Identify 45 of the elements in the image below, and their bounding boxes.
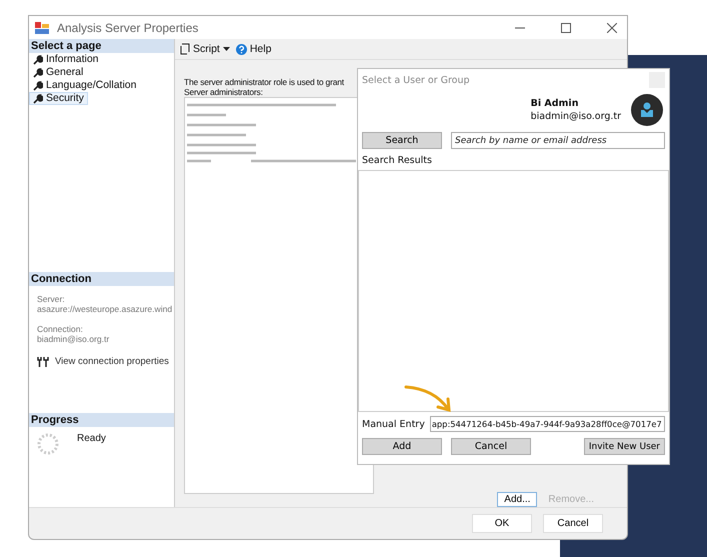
page-item[interactable]: Language/Collation <box>29 79 140 92</box>
app-icon <box>35 22 49 34</box>
server-value: asazure://westeurope.asazure.wind <box>36 304 172 314</box>
results-label: Search Results <box>362 155 433 166</box>
window-title: Analysis Server Properties <box>57 20 198 34</box>
maximize-icon[interactable] <box>561 22 571 32</box>
footer-button[interactable]: OK <box>472 514 532 533</box>
progress-status: Ready <box>77 433 106 444</box>
plug-icon <box>37 356 49 366</box>
help-button[interactable]: Help <box>236 43 272 55</box>
search-button[interactable]: Search <box>362 132 442 149</box>
description-text: The server administrator role is used to grant <box>184 77 344 87</box>
spinner-icon <box>37 433 59 455</box>
search-field[interactable]: Search by name or email address <box>451 132 665 149</box>
list-action-button[interactable]: Add... <box>497 492 538 507</box>
script-icon <box>180 43 190 55</box>
help-icon <box>236 44 247 54</box>
user-email: biadmin@iso.org.tr <box>530 111 621 122</box>
section-header: Progress <box>29 413 174 427</box>
page-item[interactable]: Security <box>29 92 88 105</box>
close-icon[interactable] <box>607 22 617 32</box>
wrench-icon <box>33 94 43 104</box>
dialog-button[interactable]: Add <box>362 438 442 455</box>
avatar-icon <box>631 94 663 126</box>
caret-icon <box>222 47 230 51</box>
connection-value: biadmin@iso.org.tr <box>36 334 110 344</box>
dialog-button[interactable]: Cancel <box>451 438 531 455</box>
wrench-icon <box>33 80 43 90</box>
wrench-icon <box>33 54 43 64</box>
wrench-icon <box>33 68 43 78</box>
connection-properties-link[interactable]: View connection properties <box>55 356 169 367</box>
user-name: Bi Admin <box>530 98 580 109</box>
manual-entry-label: Manual Entry <box>362 418 425 430</box>
page-item[interactable]: Information <box>29 53 103 66</box>
server-label: Server: <box>36 294 65 304</box>
list-label: Server administrators: <box>184 87 263 97</box>
manual-entry-field[interactable]: app:54471264-b45b-49a7-944f-9a93a28ff0ce@7017e7 <box>430 416 665 432</box>
footer-button[interactable]: Cancel <box>543 514 603 533</box>
connection-label: Connection: <box>36 324 83 334</box>
dialog-title: Select a User or Group <box>362 74 470 86</box>
script-button[interactable]: Script <box>180 43 230 55</box>
dialog-button[interactable]: Invite New User <box>584 438 665 455</box>
page-item[interactable]: General <box>29 66 88 79</box>
section-header: Connection <box>29 272 174 286</box>
section-header: Select a page <box>29 39 174 53</box>
